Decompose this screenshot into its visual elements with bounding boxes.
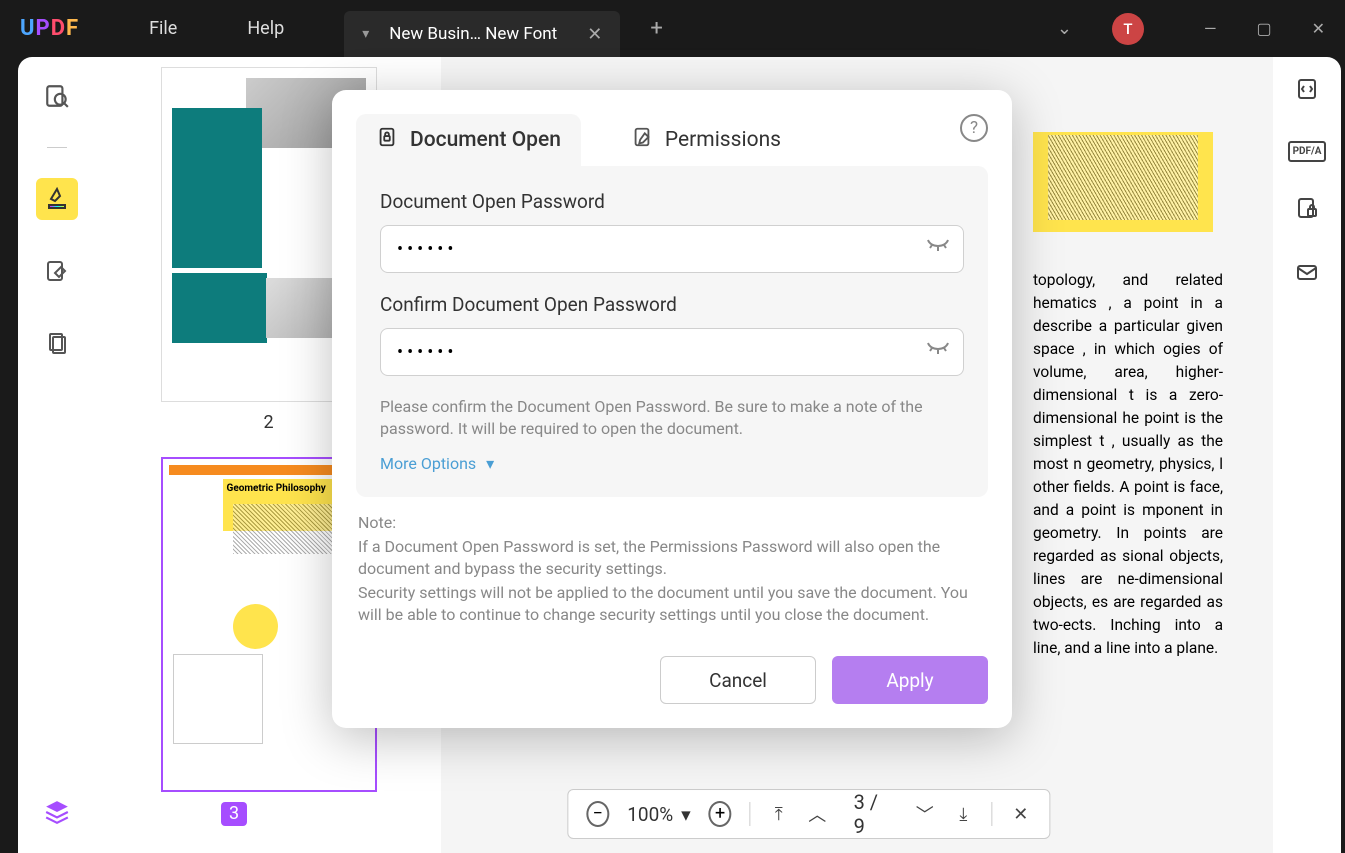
cancel-button[interactable]: Cancel	[660, 656, 816, 704]
note-text-2: Security settings will not be applied to…	[358, 582, 986, 626]
show-password-icon[interactable]	[926, 237, 950, 261]
apply-button[interactable]: Apply	[832, 656, 988, 704]
password-label: Document Open Password	[380, 190, 964, 213]
modal-body: Document Open Password Confirm Document …	[356, 166, 988, 497]
help-icon[interactable]: ?	[960, 114, 988, 142]
confirm-password-input[interactable]	[380, 328, 964, 376]
modal-overlay: Document Open Permissions ? Document Ope…	[0, 0, 1345, 853]
tab-document-open[interactable]: Document Open	[356, 114, 581, 166]
note-section: Note: If a Document Open Password is set…	[356, 497, 988, 632]
permissions-icon	[631, 126, 653, 154]
note-text-1: If a Document Open Password is set, the …	[358, 536, 986, 580]
lock-doc-icon	[376, 126, 398, 154]
more-options-link[interactable]: More Options ▾	[380, 454, 964, 473]
chevron-down-icon: ▾	[486, 454, 494, 473]
note-label: Note:	[358, 513, 986, 532]
tab-permissions[interactable]: Permissions	[611, 114, 801, 166]
password-modal: Document Open Permissions ? Document Ope…	[332, 90, 1012, 728]
confirm-label: Confirm Document Open Password	[380, 293, 964, 316]
help-text: Please confirm the Document Open Passwor…	[380, 396, 964, 440]
show-confirm-icon[interactable]	[926, 340, 950, 364]
modal-footer: Cancel Apply	[356, 656, 988, 704]
password-input[interactable]	[380, 225, 964, 273]
modal-tabs: Document Open Permissions ?	[356, 114, 988, 166]
